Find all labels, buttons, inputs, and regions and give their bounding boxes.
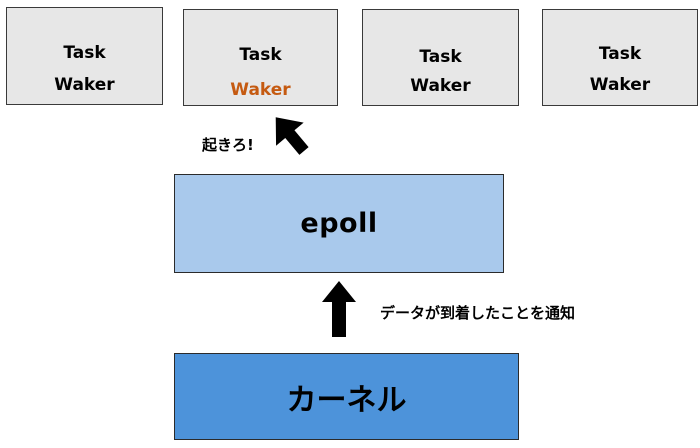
kernel-label: カーネル [286, 382, 407, 418]
notify-message: データが到着したことを通知 [380, 304, 576, 322]
kernel-box: カーネル [174, 353, 519, 440]
